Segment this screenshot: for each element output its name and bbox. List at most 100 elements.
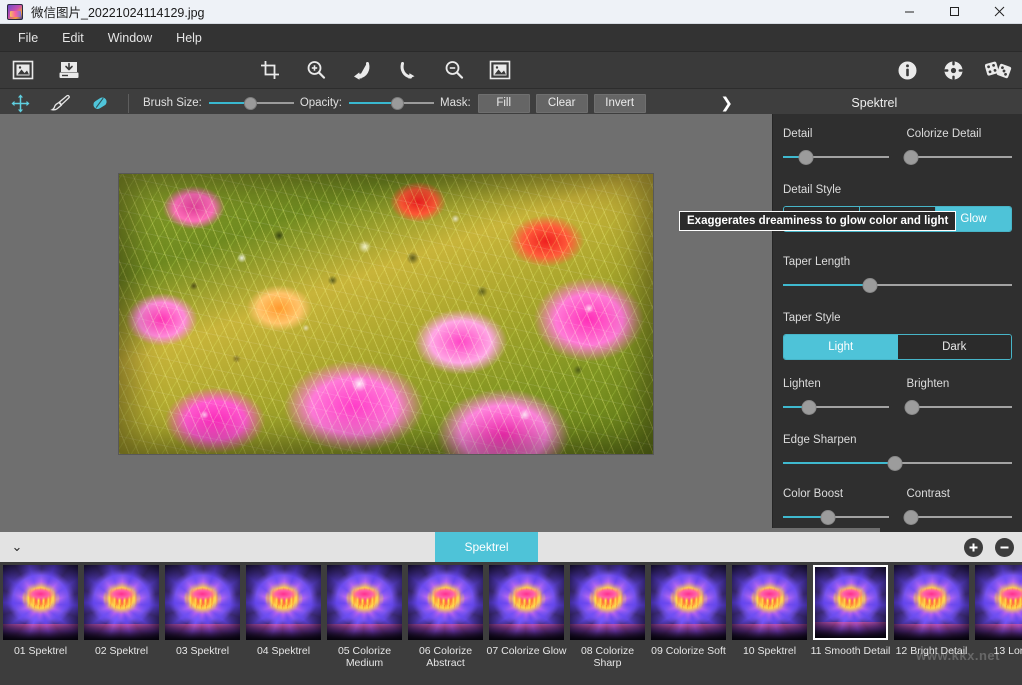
contrast-control: Contrast <box>907 488 1013 524</box>
lighten-knob[interactable] <box>802 400 817 415</box>
edge-sharpen-slider[interactable] <box>783 456 1012 470</box>
color-boost-slider[interactable] <box>783 510 889 524</box>
filmstrip-item[interactable]: 05 Colorize Medium <box>324 562 405 685</box>
fit-image-icon[interactable] <box>477 52 523 88</box>
edited-photo[interactable] <box>119 174 653 454</box>
mask-clear-button[interactable]: Clear <box>536 94 588 113</box>
crop-icon[interactable] <box>247 52 293 88</box>
preset-label: 01 Spektrel <box>1 645 81 657</box>
plus-icon[interactable] <box>964 538 983 557</box>
filmstrip-tab-spektrel[interactable]: Spektrel <box>435 532 538 562</box>
filmstrip[interactable]: 01 Spektrel02 Spektrel03 Spektrel04 Spek… <box>0 562 1022 685</box>
menu-file[interactable]: File <box>6 27 50 49</box>
opacity-knob[interactable] <box>391 97 404 110</box>
contrast-slider[interactable] <box>907 510 1013 524</box>
chevron-down-icon[interactable]: ⌄ <box>0 532 34 562</box>
preset-thumbnail[interactable] <box>651 565 726 640</box>
taper-length-fill <box>783 284 870 286</box>
brush-tool-icon[interactable] <box>40 89 80 117</box>
window-title: 微信图片_20221024114129.jpg <box>31 2 887 21</box>
preset-label: 09 Colorize Soft <box>649 645 729 657</box>
lily-layer <box>651 565 726 640</box>
detail-knob[interactable] <box>799 150 814 165</box>
brighten-knob[interactable] <box>904 400 919 415</box>
open-image-icon[interactable] <box>0 52 46 88</box>
eraser-tool-icon[interactable] <box>80 89 120 117</box>
filmstrip-item[interactable]: 11 Smooth Detail <box>810 562 891 685</box>
preset-thumbnail[interactable] <box>894 565 969 640</box>
filmstrip-item[interactable]: 07 Colorize Glow <box>486 562 567 685</box>
save-image-icon[interactable] <box>46 52 92 88</box>
menu-help[interactable]: Help <box>164 27 214 49</box>
active-preset-name: Spektrel <box>747 96 1022 110</box>
preset-thumbnail[interactable] <box>3 565 78 640</box>
minus-icon[interactable] <box>995 538 1014 557</box>
info-icon[interactable] <box>884 52 930 88</box>
mask-fill-button[interactable]: Fill <box>478 94 530 113</box>
opacity-slider[interactable] <box>349 95 434 111</box>
canvas-area[interactable] <box>0 114 772 532</box>
lily-layer <box>246 565 321 640</box>
preset-thumbnail[interactable] <box>975 565 1022 640</box>
preset-thumbnail[interactable] <box>570 565 645 640</box>
lighten-slider[interactable] <box>783 400 889 414</box>
preset-thumbnail[interactable] <box>246 565 321 640</box>
mask-invert-button[interactable]: Invert <box>594 94 646 113</box>
zoom-out-icon[interactable] <box>431 52 477 88</box>
random-icon[interactable] <box>976 52 1022 88</box>
preset-thumbnail[interactable] <box>489 565 564 640</box>
colorize-detail-slider[interactable] <box>907 150 1013 164</box>
redo-icon[interactable] <box>385 52 431 88</box>
filmstrip-item[interactable]: 06 Colorize Abstract <box>405 562 486 685</box>
preset-label: 02 Spektrel <box>82 645 162 657</box>
water-lily-image <box>975 565 1022 640</box>
zoom-in-icon[interactable] <box>293 52 339 88</box>
detail-slider[interactable] <box>783 150 889 164</box>
filmstrip-item[interactable]: 09 Colorize Soft <box>648 562 729 685</box>
preset-thumbnail[interactable] <box>408 565 483 640</box>
preset-thumbnail[interactable] <box>84 565 159 640</box>
filmstrip-item[interactable]: 13 Long <box>972 562 1022 685</box>
taper-style-dark[interactable]: Dark <box>898 335 1012 359</box>
contrast-knob[interactable] <box>903 510 918 525</box>
menu-edit[interactable]: Edit <box>50 27 96 49</box>
taper-length-label: Taper Length <box>783 256 1012 268</box>
filmstrip-item[interactable]: 08 Colorize Sharp <box>567 562 648 685</box>
edge-sharpen-knob[interactable] <box>888 456 903 471</box>
taper-length-knob[interactable] <box>863 278 878 293</box>
chevron-right-icon[interactable]: ❯ <box>707 89 747 117</box>
brush-size-slider[interactable] <box>209 95 294 111</box>
filmstrip-item[interactable]: 02 Spektrel <box>81 562 162 685</box>
watermark: www.kkx.net <box>916 648 1000 663</box>
menu-window[interactable]: Window <box>96 27 164 49</box>
preset-thumbnail[interactable] <box>813 565 888 640</box>
brush-size-knob[interactable] <box>244 97 257 110</box>
brighten-slider[interactable] <box>907 400 1013 414</box>
preset-label: 11 Smooth Detail <box>811 645 891 657</box>
settings-icon[interactable] <box>930 52 976 88</box>
taper-length-slider[interactable] <box>783 278 1012 292</box>
preset-thumbnail[interactable] <box>165 565 240 640</box>
filmstrip-item[interactable]: 04 Spektrel <box>243 562 324 685</box>
water-lily-image <box>246 565 321 640</box>
preset-thumbnail[interactable] <box>732 565 807 640</box>
lighten-control: Lighten <box>783 378 889 414</box>
filmstrip-item[interactable]: 01 Spektrel <box>0 562 81 685</box>
preset-thumbnail[interactable] <box>327 565 402 640</box>
main-toolbar <box>0 52 1022 89</box>
brighten-control: Brighten <box>907 378 1013 414</box>
filmstrip-header: ⌄ Spektrel <box>0 532 1022 562</box>
filmstrip-item[interactable]: 12 Bright Detail <box>891 562 972 685</box>
taper-style-light[interactable]: Light <box>784 335 898 359</box>
color-boost-knob[interactable] <box>821 510 836 525</box>
maximize-button[interactable] <box>932 0 977 23</box>
edge-sharpen-label: Edge Sharpen <box>783 434 1012 446</box>
close-button[interactable] <box>977 0 1022 23</box>
colorize-detail-knob[interactable] <box>903 150 918 165</box>
filmstrip-item[interactable]: 10 Spektrel <box>729 562 810 685</box>
filmstrip-item[interactable]: 03 Spektrel <box>162 562 243 685</box>
preset-label: 10 Spektrel <box>730 645 810 657</box>
minimize-button[interactable] <box>887 0 932 23</box>
undo-icon[interactable] <box>339 52 385 88</box>
pan-tool-icon[interactable] <box>0 89 40 117</box>
